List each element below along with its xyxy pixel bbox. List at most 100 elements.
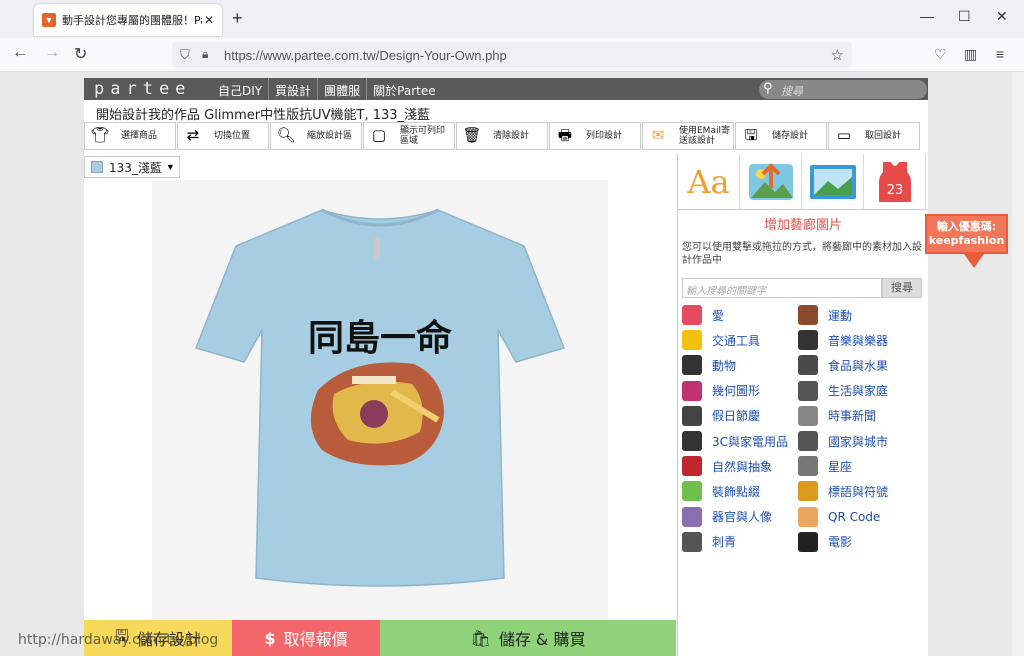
email-design-button[interactable]: ✉ 使用EMail寄送該設計 xyxy=(642,122,734,150)
category-label: 時事新聞 xyxy=(828,409,877,424)
color-select[interactable]: 133_淺藍 ▼ xyxy=(84,156,180,178)
category-item[interactable]: 器官與人像 xyxy=(682,506,772,528)
site-logo[interactable]: partee xyxy=(94,79,191,99)
browser-nav-bar: ← → ↻ ⛉ 🔒︎ https://www.partee.com.tw/Des… xyxy=(0,38,1024,72)
category-icon xyxy=(682,355,702,376)
shirt-text[interactable]: 同島一命 xyxy=(308,317,452,359)
category-item[interactable]: 食品與水果 xyxy=(798,354,888,376)
print-design-button[interactable]: 🖶 列印設計 xyxy=(549,122,641,150)
reload-icon[interactable]: ↻ xyxy=(74,44,87,64)
tool-label: 選擇商品 xyxy=(121,131,158,141)
nav-item-about[interactable]: 關於Partee xyxy=(366,78,441,100)
design-canvas[interactable]: 同島一命 xyxy=(152,180,608,620)
site-nav: 自己DIY 買設計 團體服 關於Partee xyxy=(212,78,442,100)
load-design-button[interactable]: ▭ 取回設計 xyxy=(828,122,920,150)
reader-view-icon[interactable]: ▥ xyxy=(964,46,977,63)
bookmark-star-icon[interactable]: ☆ xyxy=(831,46,844,64)
close-window-icon[interactable]: ✕ xyxy=(996,8,1008,25)
pocket-icon[interactable]: ♡ xyxy=(934,46,947,63)
tool-label: 縮放設計區 xyxy=(307,131,353,141)
category-item[interactable]: 假日節慶 xyxy=(682,405,760,427)
gallery-icon xyxy=(809,165,856,199)
category-item[interactable]: 刺青 xyxy=(682,531,736,553)
minimize-icon[interactable]: — xyxy=(920,8,934,24)
category-label: 運動 xyxy=(828,308,853,323)
forward-icon[interactable]: → xyxy=(44,44,60,62)
buy-label: 儲存 & 購買 xyxy=(498,630,586,649)
category-item[interactable]: 標語與符號 xyxy=(798,480,888,502)
category-icon xyxy=(798,355,818,376)
category-icon xyxy=(682,456,702,477)
select-product-button[interactable]: 👕︎ 選擇商品 xyxy=(84,122,176,150)
category-item[interactable]: QR Code xyxy=(798,506,880,528)
tshirt-icon: 👕︎ xyxy=(90,127,110,144)
category-item[interactable]: 電影 xyxy=(798,531,852,553)
category-item[interactable]: 星座 xyxy=(798,455,852,477)
category-item[interactable]: 國家與城市 xyxy=(798,430,888,452)
maximize-icon[interactable]: ☐ xyxy=(958,8,971,25)
gallery-panel: Aa 23 增加藝廊圖片 您可以使用雙擊或拖拉的方式，將藝廊中的素材加入設計作品… xyxy=(677,154,928,656)
tool-label: 清除設計 xyxy=(493,131,530,141)
category-label: 音樂與樂器 xyxy=(828,333,889,348)
category-item[interactable]: 裝飾點綴 xyxy=(682,480,760,502)
category-label: 愛 xyxy=(712,308,725,323)
save-design-button[interactable]: 🖫 儲存設計 xyxy=(735,122,827,150)
category-item[interactable]: 生活與家庭 xyxy=(798,380,888,402)
category-label: 星座 xyxy=(828,459,853,474)
blog-watermark: http://hardaway.com.tw/blog xyxy=(18,632,219,648)
category-label: 國家與城市 xyxy=(828,434,889,449)
gallery-tabs: Aa 23 xyxy=(678,154,928,210)
nav-item-group[interactable]: 團體服 xyxy=(317,78,366,100)
category-icon xyxy=(798,531,818,552)
text-tab[interactable]: Aa xyxy=(678,154,740,210)
jersey-tab[interactable]: 23 xyxy=(864,154,926,210)
switch-position-button[interactable]: ⇄ 切換位置 xyxy=(177,122,269,150)
category-icon xyxy=(682,481,702,502)
jersey-number: 23 xyxy=(886,183,903,198)
back-icon[interactable]: ← xyxy=(12,44,28,62)
menu-icon[interactable]: ≡ xyxy=(996,46,1004,62)
page-viewport: partee 自己DIY 買設計 團體服 關於Partee ⚲ 搜尋 開始設計我… xyxy=(0,72,1024,656)
gallery-search-button[interactable]: 搜尋 xyxy=(882,278,922,298)
search-icon[interactable]: ⚲ xyxy=(763,80,773,96)
category-item[interactable]: 交通工具 xyxy=(682,329,760,351)
category-item[interactable]: 音樂與樂器 xyxy=(798,329,888,351)
category-item[interactable]: 幾何圖形 xyxy=(682,380,760,402)
category-icon xyxy=(682,305,702,325)
browser-tab[interactable]: ▼ 動手設計您專屬的團體服！Parte ✕ xyxy=(34,4,222,36)
show-print-area-button[interactable]: ▢ 顯示可列印區域 xyxy=(363,122,455,150)
zoom-design-button[interactable]: 🔍︎ 縮放設計區 xyxy=(270,122,362,150)
url-text[interactable]: https://www.partee.com.tw/Design-Your-Ow… xyxy=(224,48,507,63)
shield-icon[interactable]: ⛉ xyxy=(180,47,190,63)
category-label: 電影 xyxy=(828,535,853,550)
tshirt-preview[interactable]: 同島一命 xyxy=(152,180,608,620)
tool-label: 切換位置 xyxy=(214,131,251,141)
get-quote-button[interactable]: $ 取得報價 xyxy=(232,620,380,656)
tab-close-icon[interactable]: ✕ xyxy=(204,13,214,27)
category-item[interactable]: 愛 xyxy=(682,304,724,326)
category-item[interactable]: 自然與抽象 xyxy=(682,455,772,477)
nav-item-diy[interactable]: 自己DIY xyxy=(212,78,268,100)
category-icon xyxy=(682,531,702,552)
category-icon xyxy=(798,405,818,426)
site-search-box[interactable]: ⚲ 搜尋 xyxy=(759,80,927,99)
page-scrollbar[interactable] xyxy=(1012,72,1024,656)
clear-design-button[interactable]: 🗑︎ 清除設計 xyxy=(456,122,548,150)
category-label: 3C與家電用品 xyxy=(712,434,789,449)
new-tab-icon[interactable]: + xyxy=(232,8,243,29)
nav-item-buy[interactable]: 買設計 xyxy=(268,78,317,100)
chevron-down-icon: ▼ xyxy=(165,162,175,172)
address-bar[interactable]: ⛉ 🔒︎ https://www.partee.com.tw/Design-Yo… xyxy=(172,42,852,68)
upload-image-tab[interactable] xyxy=(740,154,802,210)
gallery-tab[interactable] xyxy=(802,154,864,210)
category-item[interactable]: 動物 xyxy=(682,354,736,376)
category-item[interactable]: 3C與家電用品 xyxy=(682,430,788,452)
lock-icon[interactable]: 🔒︎ xyxy=(202,47,208,62)
category-item[interactable]: 時事新聞 xyxy=(798,405,876,427)
gallery-search-input[interactable]: 輸入搜尋的關鍵字 xyxy=(682,278,882,298)
site-search-input[interactable]: 搜尋 xyxy=(781,83,803,99)
save-and-buy-button[interactable]: 🛍︎ 儲存 & 購買 xyxy=(380,620,676,656)
category-icon xyxy=(798,380,818,401)
category-item[interactable]: 運動 xyxy=(798,304,852,326)
design-toolbar: 👕︎ 選擇商品 ⇄ 切換位置 🔍︎ 縮放設計區 ▢ 顯示可列印區域 🗑︎ 清除設… xyxy=(84,122,928,152)
